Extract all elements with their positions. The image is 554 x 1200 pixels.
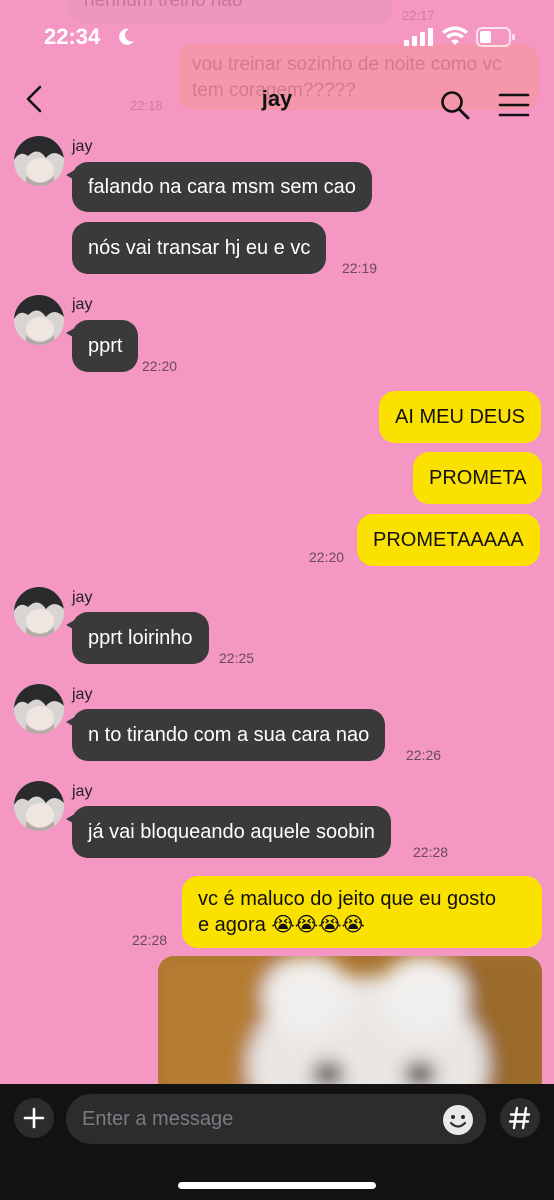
message-time: 22:25 [219,650,255,666]
sender-name: jay [72,296,93,313]
incoming-message[interactable]: pprt [72,320,139,372]
message-input[interactable] [66,1094,486,1144]
message-text: já vai bloqueando aquele soobin [88,821,375,843]
message-text: PROMETA [429,467,527,489]
avatar[interactable] [14,781,64,831]
message-time: 22:20 [309,549,345,565]
avatar-image [14,587,64,637]
avatar-image [14,684,64,734]
incoming-message[interactable]: n to tirando com a sua cara nao [72,709,386,761]
outgoing-message[interactable]: AI MEU DEUS [379,391,542,443]
menu-icon[interactable] [498,92,530,118]
sender-name: jay [72,686,93,703]
avatar[interactable] [14,295,64,345]
message-time: 22:28 [413,844,449,860]
outgoing-message[interactable]: vc é maluco do jeito que eu gosto e agor… [182,876,542,948]
photo-image [158,956,542,1096]
emoji-icon[interactable] [442,1104,474,1136]
plus-icon[interactable] [14,1098,54,1138]
sender-name: jay [72,138,93,155]
signal-icon [404,28,433,46]
ghost-message-text: nenhum treino nao [84,0,243,11]
avatar-image [14,781,64,831]
avatar[interactable] [14,136,64,186]
message-text: pprt loirinho [88,627,193,649]
incoming-message[interactable]: nós vai transar hj eu e vc [72,222,327,274]
incoming-message[interactable]: já vai bloqueando aquele soobin [72,806,391,858]
avatar[interactable] [14,587,64,637]
hash-icon[interactable] [500,1098,540,1138]
message-text-line: vc é maluco do jeito que eu gosto [198,888,496,910]
message-text-line: e agora 😭😭😭😭 [198,914,365,936]
message-text: nós vai transar hj eu e vc [88,237,311,259]
message-time: 22:26 [406,747,442,763]
search-icon[interactable] [440,90,470,120]
message-text: n to tirando com a sua cara nao [88,724,370,746]
outgoing-message[interactable]: PROMETAAAAA [357,514,540,566]
moon-icon [119,28,134,45]
message-time: 22:28 [132,932,168,948]
chat-title: jay [261,86,293,111]
outgoing-message[interactable]: PROMETA [413,452,543,504]
incoming-message[interactable]: pprt loirinho [72,612,209,664]
sender-name: jay [72,589,93,606]
sender-name: jay [72,783,93,800]
avatar-image [14,136,64,186]
battery-icon [476,27,515,47]
home-indicator [178,1182,376,1189]
ghost-time: 22:17 [402,8,435,23]
incoming-message[interactable]: falando na cara msm sem cao [72,162,372,212]
message-text: PROMETAAAAA [373,529,524,551]
photo-message[interactable] [158,956,542,1096]
ghost-message: nenhum treino nao [70,0,392,24]
message-text: AI MEU DEUS [395,406,526,428]
message-text: pprt [88,335,123,357]
wifi-icon [442,26,468,45]
avatar[interactable] [14,684,64,734]
message-text: falando na cara msm sem cao [88,176,356,198]
status-time: 22:34 [44,24,101,49]
avatar-image [14,295,64,345]
message-time: 22:20 [142,358,178,374]
message-time: 22:19 [342,260,378,276]
